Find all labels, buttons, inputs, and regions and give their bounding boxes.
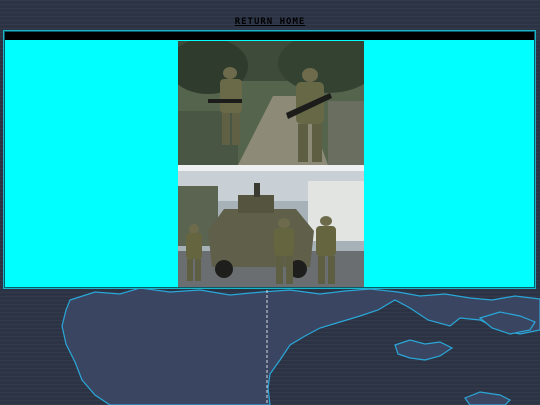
soldiers-patrol-photo	[178, 41, 364, 165]
return-home-link[interactable]: RETURN HOME	[0, 17, 540, 27]
armored-vehicle-photo	[178, 171, 364, 287]
window-title-bar	[5, 32, 534, 40]
photo-viewer-window	[4, 31, 535, 288]
